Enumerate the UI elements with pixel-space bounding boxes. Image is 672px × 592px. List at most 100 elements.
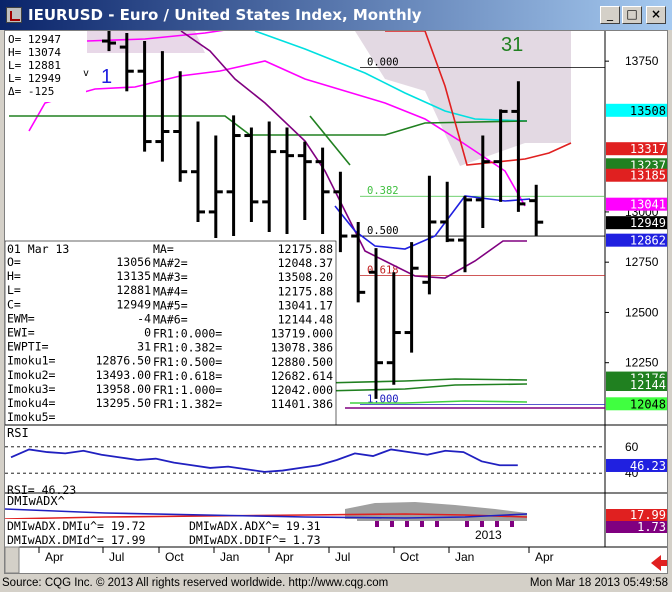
data-box-key: L= — [7, 283, 21, 297]
dmi-readout: DMIwADX.DMId^= 17.99 — [7, 533, 146, 547]
data-box-key: O= — [7, 255, 21, 269]
data-box-key: FR1:0.500= — [153, 355, 222, 369]
price-badge-label: 13508 — [630, 104, 666, 118]
data-box-value: 12175.88 — [278, 284, 333, 298]
data-box-key: EWPTI= — [7, 340, 49, 354]
timestamp-text: Mon Mar 18 2013 05:49:58 — [529, 577, 668, 589]
dmi-badge-label: 1.73 — [637, 520, 666, 534]
data-box-value: 13295.50 — [96, 396, 151, 410]
last-price-marker: v — [83, 68, 89, 79]
data-box-key: Imoku1= — [7, 354, 56, 368]
minimize-button[interactable]: _ — [600, 6, 620, 24]
data-box-key: EWM= — [7, 311, 35, 325]
data-box-value: 13056 — [116, 255, 151, 269]
rsi-title: RSI — [7, 426, 29, 440]
data-box-value: 13719.000 — [271, 327, 333, 341]
ddif-histogram-bar — [465, 521, 469, 527]
data-box-key: MA#5= — [153, 298, 188, 312]
data-box-value: 12876.50 — [96, 354, 151, 368]
data-box-key: MA#2= — [153, 256, 188, 270]
dmi-title: DMIwADX^ — [7, 494, 65, 508]
data-box-value: 13508.20 — [278, 270, 333, 284]
data-box-key: FR1:1.382= — [153, 397, 222, 411]
data-box-value: 12949 — [116, 297, 151, 311]
ohlc-readout-1: H= 13074 — [8, 46, 61, 59]
price-axis-label: 13750 — [625, 54, 659, 68]
data-box-value: 12880.500 — [271, 355, 333, 369]
status-bar: Source: CQG Inc. © 2013 All rights reser… — [0, 574, 672, 592]
rsi-badge-label: 46.23 — [630, 459, 666, 473]
price-chart[interactable]: 0.0000.3820.5000.6181.000311O= 12947H= 1… — [5, 31, 668, 574]
dmi-readout: DMIwADX.DDIF^= 1.73 — [189, 533, 321, 547]
maximize-button[interactable]: □ — [622, 6, 642, 24]
ddif-histogram-bar — [435, 521, 439, 527]
data-box-value: 13493.00 — [96, 368, 151, 382]
price-axis-label: 12500 — [625, 305, 659, 319]
time-axis-label: Jul — [335, 550, 350, 564]
data-box-key: Imoku3= — [7, 382, 56, 396]
rsi-axis-label: 60 — [625, 440, 639, 454]
data-box-value: 12881 — [116, 283, 151, 297]
data-box-key: MA#3= — [153, 270, 188, 284]
data-box-key: Imoku5= — [7, 410, 56, 424]
data-box-value: 13041.17 — [278, 298, 333, 312]
window-titlebar[interactable]: IEURUSD - Euro / United States Index, Mo… — [0, 0, 672, 30]
time-axis-label: Oct — [165, 550, 184, 564]
data-box-key: MA#6= — [153, 313, 188, 327]
chart-area[interactable]: 0.000 0.382 0.500 0.618 1.000 31 1 O= 12947 H= 1… — [4, 30, 668, 574]
data-box-key: FR1:0.618= — [153, 369, 222, 383]
price-badge-label: 12048 — [630, 397, 666, 411]
ddif-histogram-bar — [375, 521, 379, 527]
data-box-key: Imoku4= — [7, 396, 56, 410]
ddif-histogram-bar — [480, 521, 484, 527]
time-axis-label: Apr — [535, 550, 554, 564]
data-box-value: 12682.614 — [271, 369, 333, 383]
data-box-key: FR1:1.000= — [153, 383, 222, 397]
data-box-key: H= — [7, 269, 21, 283]
data-box-value: 13135 — [116, 269, 151, 283]
dmi-readout: DMIwADX.DMIu^= 19.72 — [7, 519, 145, 533]
source-text: Source: CQG Inc. © 2013 All rights reser… — [2, 577, 389, 589]
time-axis-label: Apr — [275, 550, 294, 564]
close-button[interactable]: × — [646, 6, 666, 24]
price-badge-label: 13317 — [630, 142, 666, 156]
data-box-value: 12042.000 — [271, 383, 333, 397]
price-badge-label: 13185 — [630, 169, 666, 183]
data-box-key: C= — [7, 297, 21, 311]
ddif-histogram-bar — [495, 521, 499, 527]
fib-level-label: 0.000 — [367, 56, 399, 68]
price-badge-label: 12949 — [630, 216, 666, 230]
data-box-key: FR1:0.000= — [153, 327, 222, 341]
data-box-value: -4 — [137, 311, 151, 325]
time-axis-label: Oct — [400, 550, 419, 564]
data-box-value: 13078.386 — [271, 341, 333, 355]
time-axis-label: Apr — [45, 550, 64, 564]
ohlc-readout-4: Δ= -125 — [8, 85, 54, 98]
app-icon — [6, 7, 22, 23]
price-axis-label: 12750 — [625, 255, 659, 269]
ddif-histogram-bar — [510, 521, 514, 527]
data-box-value: 12175.88 — [278, 242, 333, 256]
data-box-value: 12144.48 — [278, 313, 333, 327]
elliott-wave-count-label: 31 — [501, 34, 523, 56]
data-box-date: 01 Mar 13 — [7, 242, 69, 256]
data-box-value: 31 — [137, 340, 151, 354]
price-badge-label: 12862 — [630, 234, 666, 248]
ohlc-readout-0: O= 12947 — [8, 33, 61, 46]
fib-level-label: 0.500 — [367, 225, 399, 237]
scroll-left-handle[interactable] — [5, 546, 20, 573]
time-axis-label: Jan — [455, 550, 474, 564]
time-axis-label: Jan — [220, 550, 239, 564]
ohlc-readout-2: L= 12881 — [8, 59, 61, 72]
ddif-histogram-bar — [390, 521, 394, 527]
data-box-value: 11401.386 — [271, 397, 333, 411]
price-badge-label: 13041 — [630, 198, 666, 212]
data-box-key: EWI= — [7, 326, 35, 340]
ohlc-readout-3: L= 12949 — [8, 72, 61, 85]
data-box-key: Imoku2= — [7, 368, 56, 382]
data-box-value: 0 — [144, 326, 151, 340]
price-badge-label: 12144 — [630, 378, 666, 392]
year-label: 2013 — [475, 528, 502, 542]
price-axis-label: 12250 — [625, 356, 659, 370]
data-box-key: FR1:0.382= — [153, 341, 222, 355]
